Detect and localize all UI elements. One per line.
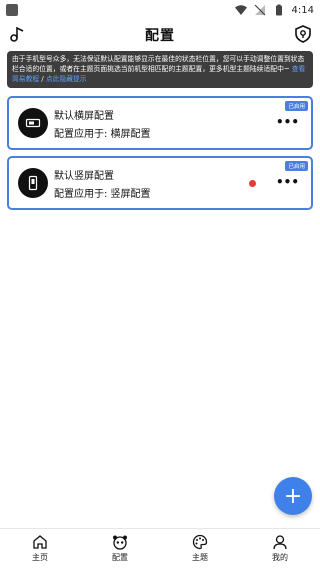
config-card-portrait[interactable]: 默认竖屏配置 配置应用于: 竖屏配置 已启用 ••• xyxy=(7,156,313,210)
more-options-icon[interactable]: ••• xyxy=(276,116,299,128)
home-icon xyxy=(33,535,47,549)
status-time: 4:14 xyxy=(291,4,314,16)
config-title: 默认横屏配置 xyxy=(54,111,114,122)
nav-label-home: 主页 xyxy=(32,553,48,562)
hide-tip-link[interactable]: 点此隐藏提示 xyxy=(46,75,87,83)
config-title: 默认竖屏配置 xyxy=(54,171,114,182)
add-config-button[interactable]: + xyxy=(274,477,312,515)
config-card-landscape[interactable]: 默认横屏配置 配置应用于: 横屏配置 已启用 ••• xyxy=(7,96,313,150)
notice-separator: / xyxy=(39,75,46,83)
landscape-phone-icon xyxy=(18,108,48,138)
palette-icon xyxy=(192,534,208,550)
shield-location-icon[interactable] xyxy=(294,25,312,43)
app-header: 配置 xyxy=(0,22,320,48)
nav-item-home[interactable]: 主页 xyxy=(0,529,80,569)
nav-item-config[interactable]: 配置 xyxy=(80,529,160,569)
wifi-icon xyxy=(234,5,247,15)
active-indicator-dot xyxy=(249,180,256,187)
bottom-nav: 主页 配置 主题 我的 xyxy=(0,528,320,569)
config-subtitle: 配置应用于: 横屏配置 xyxy=(54,129,151,140)
status-icons: 4:14 xyxy=(234,4,314,16)
nav-item-theme[interactable]: 主题 xyxy=(160,529,240,569)
nav-label-theme: 主题 xyxy=(192,553,208,562)
nav-label-config: 配置 xyxy=(112,553,128,562)
more-options-icon[interactable]: ••• xyxy=(276,176,299,188)
portrait-phone-icon xyxy=(18,168,48,198)
app-notification-icon xyxy=(6,4,18,16)
enabled-badge: 已启用 xyxy=(285,161,308,171)
page-title: 配置 xyxy=(145,28,175,44)
battery-icon xyxy=(275,4,282,16)
signal-off-icon xyxy=(254,4,265,16)
enabled-badge: 已启用 xyxy=(285,101,308,111)
panda-icon xyxy=(113,535,127,550)
config-subtitle: 配置应用于: 竖屏配置 xyxy=(54,189,151,200)
notice-banner: 由于手机型号众多，无法保证默认配置能够显示在最佳的状态栏位置，您可以手动调整位置… xyxy=(7,51,313,88)
nav-label-mine: 我的 xyxy=(272,553,288,562)
notice-text: 由于手机型号众多，无法保证默认配置能够显示在最佳的状态栏位置，您可以手动调整位置… xyxy=(12,55,305,73)
nav-item-mine[interactable]: 我的 xyxy=(240,529,320,569)
person-icon xyxy=(273,535,287,550)
status-bar: 4:14 xyxy=(0,0,320,20)
